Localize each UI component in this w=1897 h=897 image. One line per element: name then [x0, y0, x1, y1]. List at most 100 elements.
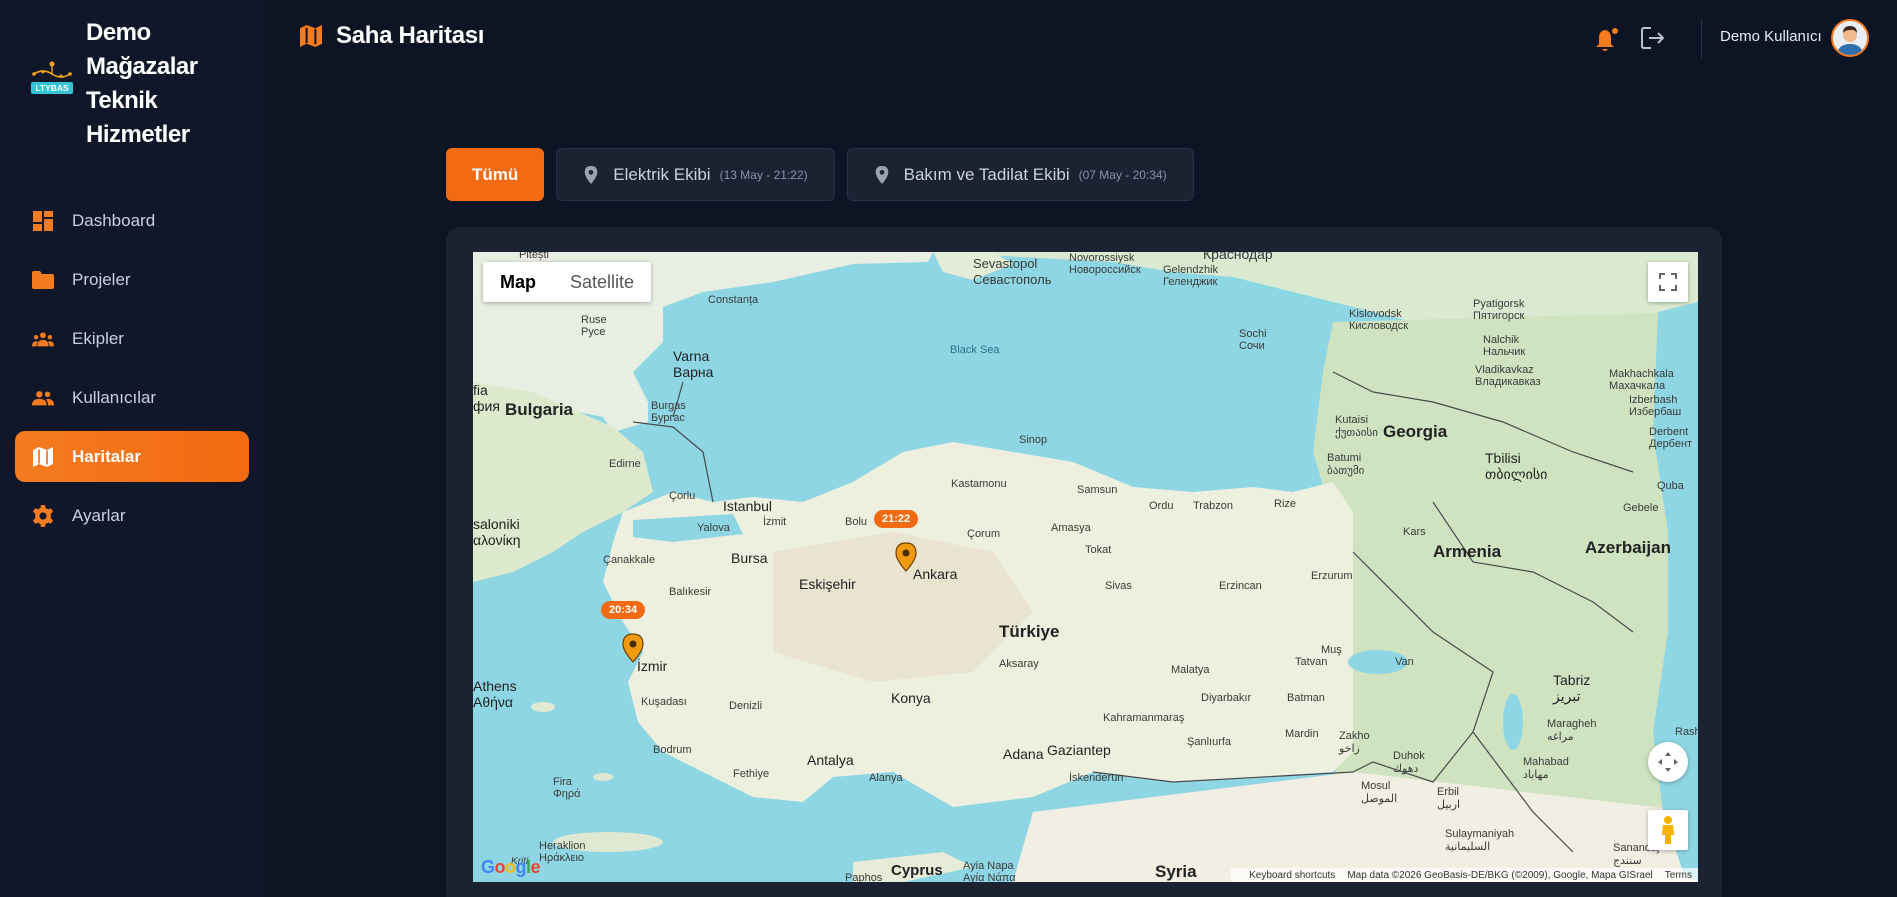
- pegman-icon: [1662, 816, 1674, 844]
- move-arrows-icon: [1658, 752, 1678, 772]
- map-label: Mardin: [1285, 728, 1319, 740]
- sidebar-item-projects[interactable]: Projeler: [15, 254, 249, 305]
- map-label: Новороссийск: [1069, 264, 1141, 276]
- sidebar-nav: Dashboard Projeler Ekipler Kullanıcılar …: [15, 195, 249, 549]
- map-label: Vladikavkaz: [1475, 364, 1534, 376]
- map-label: Erbil: [1437, 786, 1460, 798]
- map-label: Mosul: [1361, 780, 1391, 792]
- map-label: Black Sea: [950, 344, 1000, 356]
- map-label: Tokat: [1085, 544, 1112, 556]
- field-map[interactable]: Sevastopol Севастополь Novorossiysk Ново…: [473, 252, 1698, 882]
- sidebar-item-settings[interactable]: Ayarlar: [15, 490, 249, 541]
- map-label: Дербент: [1649, 438, 1693, 450]
- map-marker-izmir[interactable]: 20:34: [601, 601, 646, 668]
- map-label: Нальчик: [1483, 346, 1526, 358]
- sidebar-item-users[interactable]: Kullanıcılar: [15, 372, 249, 423]
- map-label: Zakho: [1339, 730, 1370, 742]
- map-icon: [32, 446, 54, 468]
- dashboard-icon: [32, 210, 54, 232]
- brand-name-line: Demo: [86, 19, 151, 46]
- map-label: Konya: [891, 690, 931, 706]
- location-pin-icon: [584, 165, 598, 184]
- logout-button[interactable]: [1641, 27, 1667, 53]
- sidebar-item-maps[interactable]: Haritalar: [15, 431, 249, 482]
- keyboard-shortcuts-link[interactable]: Keyboard shortcuts: [1249, 870, 1335, 881]
- map-type-control: Map Satellite: [483, 262, 652, 302]
- map-label: Diyarbakır: [1201, 692, 1252, 704]
- map-label: saloniki: [473, 516, 520, 532]
- street-view-pegman[interactable]: [1648, 810, 1688, 850]
- map-label: Batman: [1287, 692, 1325, 704]
- map-label: Van: [1395, 656, 1414, 668]
- map-label: Sivas: [1105, 580, 1132, 592]
- sidebar-item-dashboard[interactable]: Dashboard: [15, 195, 249, 246]
- map-label: تبریز: [1553, 688, 1581, 704]
- brand-name-line: Mağazalar: [86, 53, 198, 80]
- map-label: Amasya: [1051, 522, 1091, 534]
- map-label: Istanbul: [723, 498, 773, 514]
- map-label: Αθήνα: [473, 694, 514, 710]
- map-label: Izberbash: [1629, 394, 1678, 406]
- filter-tab-timestamp: (07 May - 20:34): [1078, 167, 1167, 182]
- map-label: Quba: [1657, 480, 1684, 492]
- user-name[interactable]: Demo Kullanıcı: [1720, 28, 1822, 45]
- sidebar-item-label: Projeler: [72, 269, 131, 289]
- brand[interactable]: LTYBAS Demo Mağazalar Teknik Hizmetler: [30, 16, 198, 152]
- map-label: Пятигорск: [1473, 310, 1525, 322]
- filter-tab-timestamp: (13 May - 21:22): [719, 167, 808, 182]
- page-title: Saha Haritası: [336, 22, 485, 49]
- brand-name-line: Hizmetler: [86, 121, 190, 148]
- map-label: Mahabad: [1523, 756, 1569, 768]
- map-label: Armenia: [1433, 542, 1502, 561]
- map-label: Balıkesir: [669, 586, 712, 598]
- svg-text:LTYBAS: LTYBAS: [35, 83, 69, 93]
- map-label: Eskişehir: [799, 576, 856, 592]
- map-data-attribution: Map data ©2026 GeoBasis-DE/BKG (©2009), …: [1347, 869, 1653, 881]
- fullscreen-button[interactable]: [1648, 262, 1688, 302]
- map-label: Aksaray: [999, 658, 1039, 670]
- map-label: Türkiye: [999, 622, 1060, 641]
- page-title-group: Saha Haritası: [300, 22, 484, 50]
- map-label: Sulaymaniyah: [1445, 828, 1515, 840]
- map-label: مراغه: [1547, 731, 1574, 743]
- map-label: Derbent: [1649, 426, 1689, 438]
- map-label: Kars: [1403, 526, 1426, 538]
- filter-tab-all[interactable]: Tümü: [446, 148, 545, 201]
- notifications-button[interactable]: [1595, 27, 1619, 53]
- map-label: Sevastopol: [973, 256, 1038, 271]
- map-label: Trabzon: [1193, 500, 1233, 512]
- map-label: Erzurum: [1311, 570, 1353, 582]
- map-label: Φηρά: [553, 788, 581, 800]
- map-label: Heraklion: [539, 840, 586, 852]
- map-attribution: Keyboard shortcuts Map data ©2026 GeoBas…: [1231, 868, 1698, 882]
- map-label: Ηράκλειο: [539, 852, 585, 864]
- map-type-map[interactable]: Map: [483, 262, 553, 302]
- header-divider: [1701, 20, 1702, 58]
- map-label: Erzincan: [1219, 580, 1262, 592]
- map-marker-ankara[interactable]: 21:22: [874, 510, 919, 577]
- map-label: Русе: [581, 326, 606, 338]
- filter-tab-maintenance-team[interactable]: Bakım ve Tadilat Ekibi (07 May - 20:34): [846, 148, 1194, 201]
- sidebar-item-teams[interactable]: Ekipler: [15, 313, 249, 364]
- top-header: Saha Haritası Demo Kullanıcı: [265, 0, 1897, 80]
- filter-tab-electric-team[interactable]: Elektrik Ekibi (13 May - 21:22): [556, 148, 835, 201]
- map-label: Edirne: [609, 458, 641, 470]
- map-label: Maragheh: [1547, 718, 1597, 730]
- map-label: Varna: [673, 348, 710, 364]
- map-label: Çanakkale: [603, 554, 655, 566]
- map-label: Antalya: [807, 752, 854, 768]
- camera-control-button[interactable]: [1648, 742, 1688, 782]
- avatar[interactable]: [1831, 19, 1869, 57]
- logout-icon: [1641, 27, 1665, 49]
- map-label: თბილისი: [1485, 466, 1548, 482]
- sidebar-item-label: Dashboard: [72, 210, 156, 230]
- map-label: Fethiye: [733, 768, 770, 780]
- map-type-satellite[interactable]: Satellite: [553, 262, 651, 302]
- map-label: Αγία Νάπα: [963, 872, 1016, 882]
- map-label: Геленджик: [1163, 276, 1218, 288]
- map-label: Ayia Napa: [963, 860, 1014, 872]
- map-label: Burgas: [651, 400, 686, 412]
- map-label: Bursa: [731, 550, 768, 566]
- sidebar: LTYBAS Demo Mağazalar Teknik Hizmetler D…: [0, 0, 265, 897]
- terms-link[interactable]: Terms: [1665, 870, 1692, 881]
